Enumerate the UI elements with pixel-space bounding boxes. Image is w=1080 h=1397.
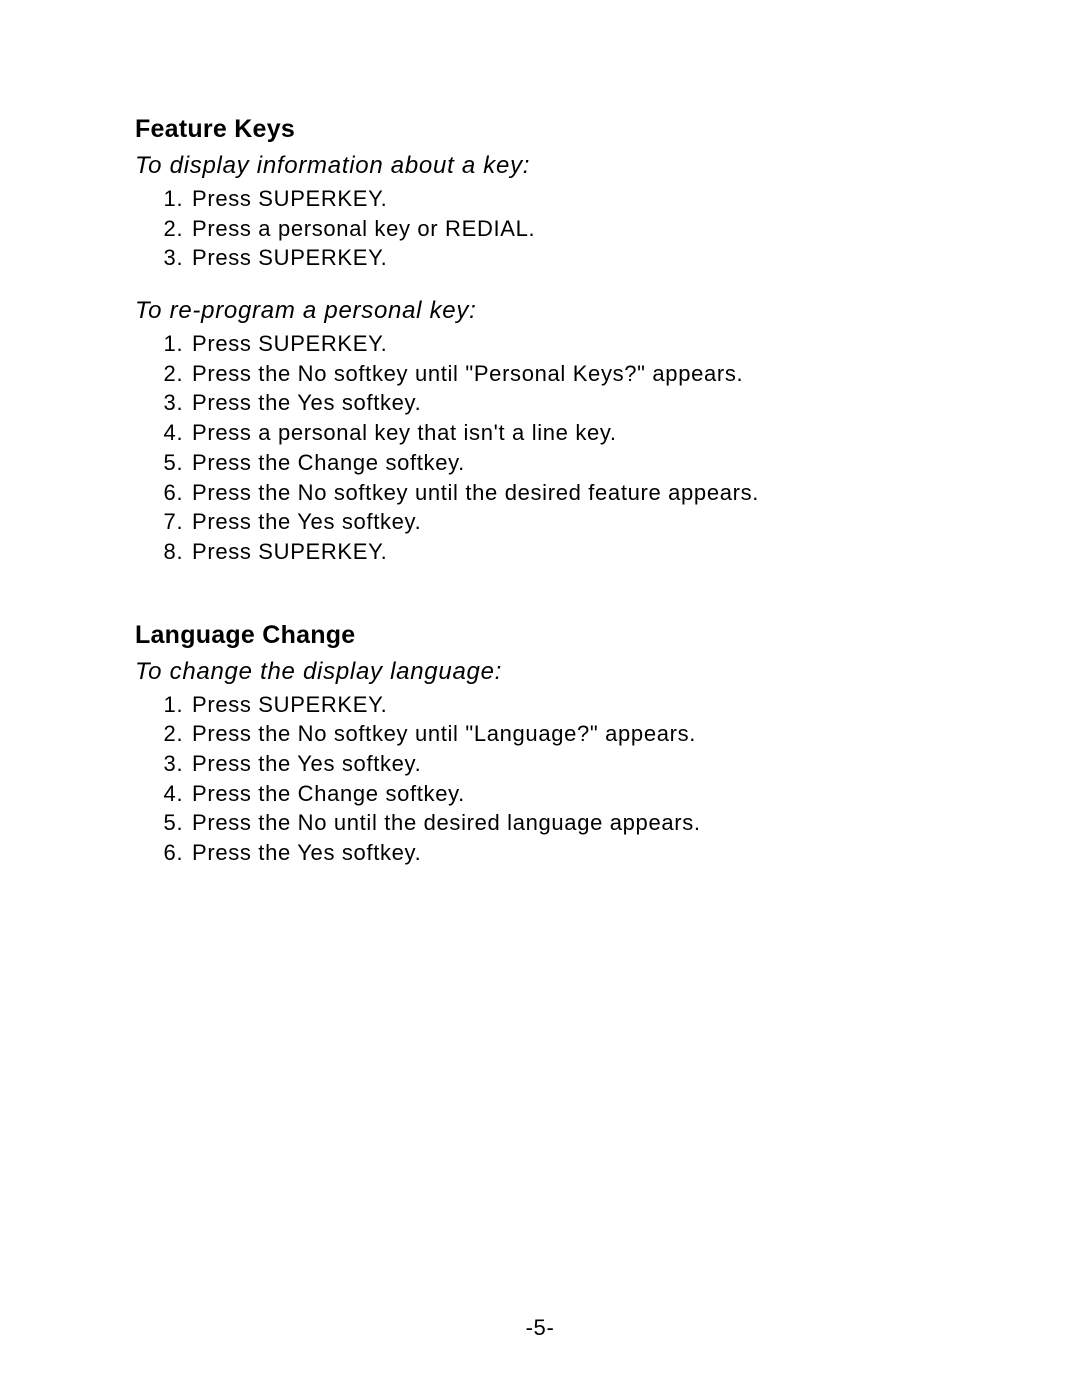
step-list: Press SUPERKEY. Press the No softkey unt…: [135, 690, 960, 868]
step-item: Press the Yes softkey.: [190, 388, 960, 418]
page-number: -5-: [0, 1315, 1080, 1341]
step-item: Press SUPERKEY.: [190, 243, 960, 273]
step-item: Press the No softkey until "Personal Key…: [190, 359, 960, 389]
step-item: Press the Yes softkey.: [190, 749, 960, 779]
step-item: Press the Change softkey.: [190, 779, 960, 809]
subsection-heading: To display information about a key:: [135, 152, 960, 180]
subsection-heading: To re-program a personal key:: [135, 297, 960, 325]
step-item: Press a personal key that isn't a line k…: [190, 418, 960, 448]
step-item: Press the No softkey until "Language?" a…: [190, 719, 960, 749]
step-item: Press the Yes softkey.: [190, 507, 960, 537]
step-item: Press SUPERKEY.: [190, 690, 960, 720]
step-list: Press SUPERKEY. Press the No softkey unt…: [135, 329, 960, 567]
step-item: Press SUPERKEY.: [190, 184, 960, 214]
step-item: Press the No softkey until the desired f…: [190, 478, 960, 508]
subsection-heading: To change the display language:: [135, 658, 960, 686]
section-heading: Feature Keys: [135, 115, 960, 144]
step-item: Press a personal key or REDIAL.: [190, 214, 960, 244]
section-spacer: [135, 591, 960, 621]
step-list: Press SUPERKEY. Press a personal key or …: [135, 184, 960, 273]
step-item: Press the No until the desired language …: [190, 808, 960, 838]
step-item: Press SUPERKEY.: [190, 329, 960, 359]
step-item: Press the Change softkey.: [190, 448, 960, 478]
section-heading: Language Change: [135, 621, 960, 650]
document-page: Feature Keys To display information abou…: [0, 0, 1080, 1397]
step-item: Press SUPERKEY.: [190, 537, 960, 567]
step-item: Press the Yes softkey.: [190, 838, 960, 868]
